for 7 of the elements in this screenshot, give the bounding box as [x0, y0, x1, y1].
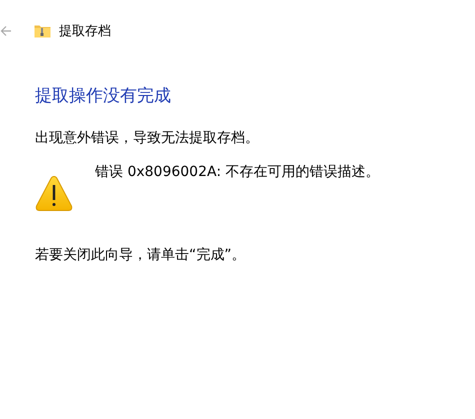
- error-message: 出现意外错误，导致无法提取存档。: [35, 129, 260, 147]
- page-heading: 提取操作没有完成: [35, 85, 172, 107]
- back-arrow-icon[interactable]: [0, 25, 12, 37]
- zip-folder-icon: [34, 24, 51, 38]
- error-description: 错误 0x8096002A: 不存在可用的错误描述。: [95, 163, 380, 181]
- window-title: 提取存档: [59, 23, 111, 40]
- instruction-text: 若要关闭此向导，请单击“完成”。: [35, 246, 247, 264]
